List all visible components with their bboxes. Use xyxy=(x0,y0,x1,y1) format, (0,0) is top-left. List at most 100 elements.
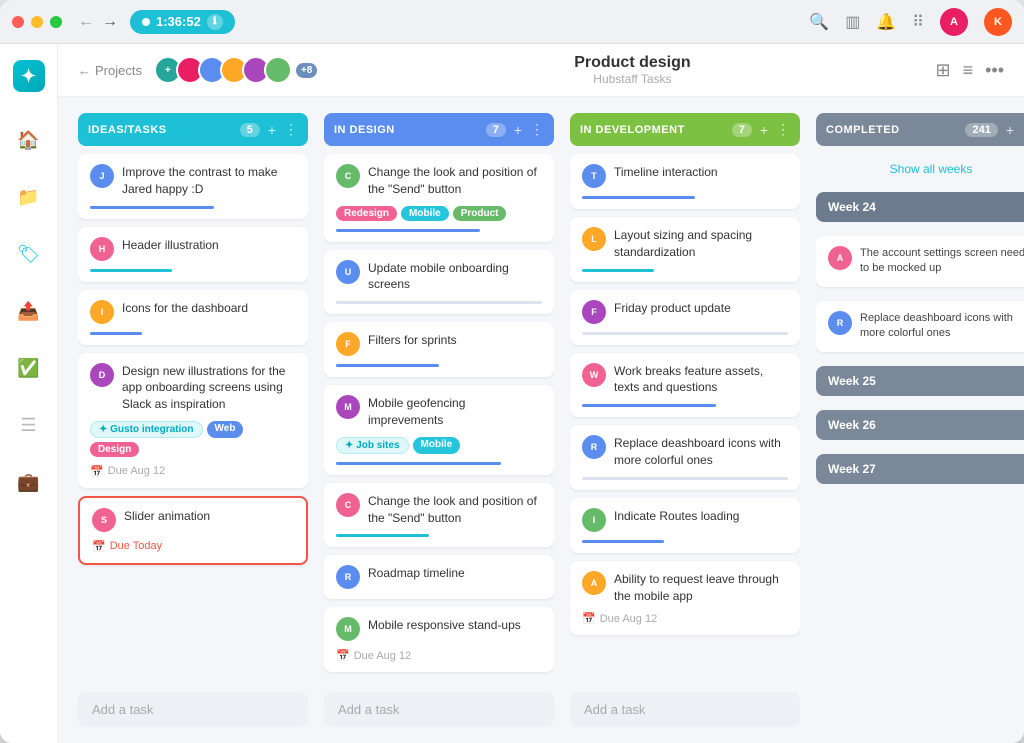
card-slider-animation[interactable]: S Slider animation 📅 Due Today xyxy=(78,496,308,565)
maximize-button[interactable] xyxy=(50,16,62,28)
card-indicate-routes[interactable]: I Indicate Routes loading xyxy=(570,498,800,553)
app-logo[interactable]: ✦ xyxy=(13,60,45,92)
minimize-button[interactable] xyxy=(31,16,43,28)
card-progress-bar xyxy=(582,404,716,407)
sidebar-home-icon[interactable]: 🏠 xyxy=(11,124,45,157)
week-24-row[interactable]: Week 24 ▾ xyxy=(816,192,1024,222)
due-date-label: Due Aug 12 xyxy=(600,613,658,625)
sidebar-list-icon[interactable]: ☰ xyxy=(14,409,42,442)
card-title: Filters for sprints xyxy=(368,332,457,349)
card-friday-update[interactable]: F Friday product update xyxy=(570,290,800,345)
card-roadmap[interactable]: R Roadmap timeline xyxy=(324,555,554,599)
page-title: Product design xyxy=(329,54,935,72)
card-avatar: L xyxy=(582,227,606,251)
column-count-indevelopment: 7 xyxy=(732,123,752,137)
back-arrow[interactable]: ← xyxy=(78,13,94,31)
card-avatar: M xyxy=(336,395,360,419)
search-icon[interactable]: 🔍 xyxy=(809,12,829,32)
card-avatar: U xyxy=(336,260,360,284)
close-button[interactable] xyxy=(12,16,24,28)
column-menu-icon[interactable]: ⋮ xyxy=(776,121,790,138)
add-card-icon[interactable]: + xyxy=(760,122,768,138)
timer-pill[interactable]: 1:36:52 ℹ xyxy=(130,10,235,34)
bell-icon[interactable]: 🔔 xyxy=(876,12,896,32)
due-today-label: Due Today xyxy=(110,540,162,552)
calendar-icon: 📅 xyxy=(92,540,106,553)
projects-link-label: Projects xyxy=(95,63,142,78)
card-layout-sizing[interactable]: L Layout sizing and spacing standardizat… xyxy=(570,217,800,282)
sidebar-check-icon[interactable]: ✅ xyxy=(11,352,45,385)
forward-arrow[interactable]: → xyxy=(102,13,118,31)
card-header-illustration[interactable]: H Header illustration xyxy=(78,227,308,282)
card-geofencing[interactable]: M Mobile geofencing imprevements ✦ Job s… xyxy=(324,385,554,475)
card-avatar: C xyxy=(336,164,360,188)
card-avatar: R xyxy=(582,435,606,459)
week-26-row[interactable]: Week 26 ▾ xyxy=(816,410,1024,440)
card-title: Friday product update xyxy=(614,300,731,317)
due-date: 📅 Due Aug 12 xyxy=(582,612,788,625)
column-menu-icon[interactable]: ⋮ xyxy=(530,121,544,138)
week-27-row[interactable]: Week 27 ▾ xyxy=(816,454,1024,484)
board-view-icon[interactable]: ⊞ xyxy=(935,60,950,81)
column-menu-icon[interactable]: ⋮ xyxy=(284,121,298,138)
card-send-button[interactable]: C Change the look and position of the "S… xyxy=(324,154,554,242)
card-responsive-standups[interactable]: M Mobile responsive stand-ups 📅 Due Aug … xyxy=(324,607,554,672)
more-options-icon[interactable]: ••• xyxy=(985,60,1004,81)
card-mobile-onboarding[interactable]: U Update mobile onboarding screens xyxy=(324,250,554,315)
card-avatar: S xyxy=(92,508,116,532)
tag-web: Web xyxy=(207,421,244,438)
card-filters-sprints[interactable]: F Filters for sprints xyxy=(324,322,554,377)
page-title-container: Product design Hubstaff Tasks xyxy=(329,54,935,86)
card-improve-contrast[interactable]: J Improve the contrast to make Jared hap… xyxy=(78,154,308,219)
card-icons-dashboard[interactable]: I Icons for the dashboard xyxy=(78,290,308,345)
card-progress-bar xyxy=(336,229,480,232)
week-card-dashboard-icons[interactable]: R Replace deashboard icons with more col… xyxy=(816,301,1024,352)
card-avatar: T xyxy=(582,164,606,188)
week-25-label: Week 25 xyxy=(828,374,876,388)
grid-icon[interactable]: ⠿ xyxy=(912,12,924,32)
card-avatar: R xyxy=(336,565,360,589)
sidebar-upload-icon[interactable]: 📤 xyxy=(11,295,45,328)
show-all-weeks[interactable]: Show all weeks xyxy=(816,154,1024,184)
column-header-indesign: IN DESIGN 7 + ⋮ xyxy=(324,113,554,146)
timer-display: 1:36:52 xyxy=(156,14,201,29)
week-25-row[interactable]: Week 25 ▾ xyxy=(816,366,1024,396)
user-avatar[interactable]: A xyxy=(940,8,968,36)
column-indevelopment: IN DEVELOPMENT 7 + ⋮ T Timeline interact… xyxy=(570,113,800,727)
add-task-ideas[interactable]: Add a task xyxy=(78,692,308,727)
card-avatar: A xyxy=(828,246,852,270)
add-card-icon[interactable]: + xyxy=(268,122,276,138)
card-design-illustrations[interactable]: D Design new illustrations for the app o… xyxy=(78,353,308,488)
cards-indesign: C Change the look and position of the "S… xyxy=(324,154,554,680)
team-member-avatar-5[interactable] xyxy=(264,56,292,84)
card-replace-icons[interactable]: R Replace deashboard icons with more col… xyxy=(570,425,800,490)
sidebar-folder-icon[interactable]: 📁 xyxy=(11,181,45,214)
list-view-icon[interactable]: ≡ xyxy=(963,60,974,81)
add-task-indesign[interactable]: Add a task xyxy=(324,692,554,727)
card-progress-bar xyxy=(582,269,654,272)
tag-redesign: Redesign xyxy=(336,206,397,221)
column-actions-indesign: + ⋮ xyxy=(514,121,544,138)
card-progress-bar xyxy=(90,269,172,272)
tag-mobile: Mobile xyxy=(401,206,449,221)
sidebar-tag-icon[interactable]: 🏷 xyxy=(11,238,46,271)
card-title: Update mobile onboarding screens xyxy=(368,260,542,294)
card-send-button-2[interactable]: C Change the look and position of the "S… xyxy=(324,483,554,548)
due-date: 📅 Due Aug 12 xyxy=(90,465,296,478)
user-avatar-k[interactable]: K xyxy=(984,8,1012,36)
add-card-icon[interactable]: + xyxy=(1006,122,1014,138)
sidebar-work-icon[interactable]: 💼 xyxy=(11,466,45,499)
add-card-icon[interactable]: + xyxy=(514,122,522,138)
week-26-label: Week 26 xyxy=(828,418,876,432)
card-timeline[interactable]: T Timeline interaction xyxy=(570,154,800,209)
card-progress-bar xyxy=(582,332,788,335)
card-title: Change the look and position of the "Sen… xyxy=(368,493,542,527)
titlebar-right: 🔍 ▥ 🔔 ⠿ A K xyxy=(809,8,1012,36)
tag-mobile: Mobile xyxy=(413,437,461,454)
card-work-breaks[interactable]: W Work breaks feature assets, texts and … xyxy=(570,353,800,418)
add-task-indevelopment[interactable]: Add a task xyxy=(570,692,800,727)
back-to-projects[interactable]: ← Projects xyxy=(78,63,142,78)
columns-icon[interactable]: ▥ xyxy=(845,12,860,32)
week-card-account-settings[interactable]: A The account settings screen needs to b… xyxy=(816,236,1024,287)
card-request-leave[interactable]: A Ability to request leave through the m… xyxy=(570,561,800,636)
